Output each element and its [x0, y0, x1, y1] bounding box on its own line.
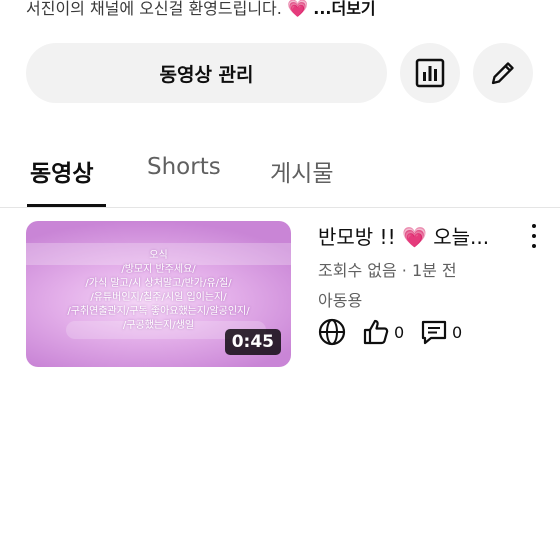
thumbnail-line: /가식 말고/시 상처말고/반가/유/질/	[85, 278, 232, 289]
kebab-dot	[532, 234, 536, 238]
video-title[interactable]: 반모방 !! 💗 오늘...	[318, 221, 489, 250]
comment-stat[interactable]: 0	[420, 318, 462, 346]
video-title-end: 오늘...	[433, 225, 490, 249]
kebab-dot	[532, 244, 536, 248]
edit-channel-button[interactable]	[473, 43, 533, 103]
video-title-start: 반모방 !!	[318, 225, 396, 249]
thumbnail-line: /유튜버인지/칠주/시일 입이는지/	[90, 292, 227, 303]
duration-badge: 0:45	[224, 329, 281, 355]
comment-count: 0	[452, 322, 463, 342]
like-count: 0	[394, 322, 405, 342]
thumbnail-text: 오식 /방모지 반주세요/ /가식 말고/시 상처말고/반가/유/질/ /유튜버…	[26, 249, 291, 333]
tab-videos[interactable]: 동영상	[30, 154, 93, 188]
tab-posts[interactable]: 게시물	[270, 154, 333, 188]
thumbnail-line: 오식	[149, 250, 168, 261]
manage-videos-button[interactable]: 동영상 관리	[26, 43, 387, 103]
globe-icon	[318, 318, 346, 346]
description-text: 서진이의 채널에 오신걸 환영드립니다.	[26, 0, 282, 18]
visibility-button[interactable]	[318, 318, 346, 346]
thumbnail-line: /방모지 반주세요/	[121, 264, 196, 275]
manage-videos-label: 동영상 관리	[159, 63, 254, 86]
video-meta: 조회수 없음 · 1분 전	[318, 261, 457, 280]
analytics-button[interactable]	[400, 43, 460, 103]
active-tab-indicator	[27, 204, 106, 207]
more-options-icon[interactable]	[524, 224, 544, 248]
pencil-icon	[491, 62, 514, 85]
heart-emoji: 💗	[401, 225, 427, 249]
video-audience: 아동용	[318, 291, 363, 310]
channel-description[interactable]: 서진이의 채널에 오신걸 환영드립니다. 💗 ...더보기	[26, 0, 376, 20]
comment-icon	[421, 320, 447, 345]
kebab-dot	[532, 224, 536, 228]
heart-emoji: 💗	[286, 0, 309, 19]
thumbs-up-icon	[363, 319, 389, 345]
video-thumbnail[interactable]: 오식 /방모지 반주세요/ /가식 말고/시 상처말고/반가/유/질/ /유튜버…	[26, 221, 291, 367]
like-stat[interactable]: 0	[362, 318, 404, 346]
channel-tabs: 동영상 Shorts 게시물	[0, 140, 560, 208]
bar-chart-icon	[415, 58, 445, 88]
tab-shorts[interactable]: Shorts	[147, 154, 221, 180]
thumbnail-line: /구취연출관지/구독 좋아요했는지/알공인지/	[67, 306, 250, 317]
more-link[interactable]: ...더보기	[313, 0, 375, 18]
